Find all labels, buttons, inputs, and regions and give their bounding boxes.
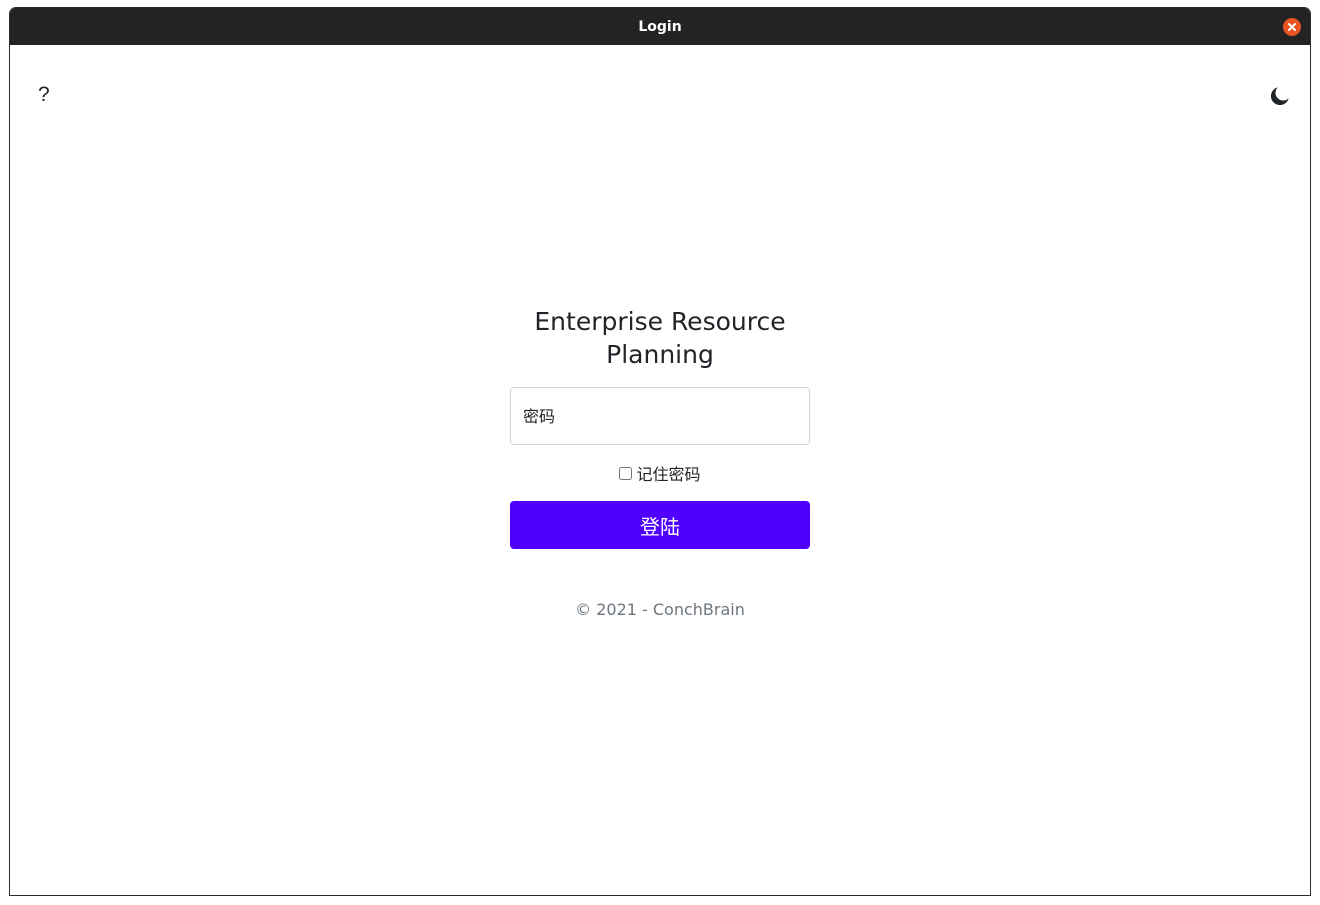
app-window: Login ? Enterprise Resource Planning 记住密… xyxy=(9,7,1311,896)
title-bar: Login xyxy=(10,8,1310,45)
copyright-footer: © 2021 - ConchBrain xyxy=(575,600,745,619)
help-icon[interactable]: ? xyxy=(38,83,50,107)
app-title: Enterprise Resource Planning xyxy=(510,305,810,371)
remember-password-checkbox[interactable] xyxy=(619,466,633,480)
close-window-button[interactable] xyxy=(1283,18,1301,36)
window-title: Login xyxy=(638,18,682,35)
app-title-line-1: Enterprise Resource xyxy=(534,307,786,336)
app-title-line-2: Planning xyxy=(606,340,714,369)
password-input[interactable] xyxy=(510,387,810,445)
login-button[interactable]: 登陆 xyxy=(510,501,810,549)
login-form: Enterprise Resource Planning 记住密码 登陆 © 2… xyxy=(510,305,810,619)
page-content: ? Enterprise Resource Planning 记住密码 登陆 ©… xyxy=(10,45,1310,895)
remember-password-label: 记住密码 xyxy=(636,465,701,484)
moon-icon[interactable] xyxy=(1271,87,1289,105)
close-icon xyxy=(1288,23,1296,31)
remember-password-row[interactable]: 记住密码 xyxy=(510,463,810,484)
